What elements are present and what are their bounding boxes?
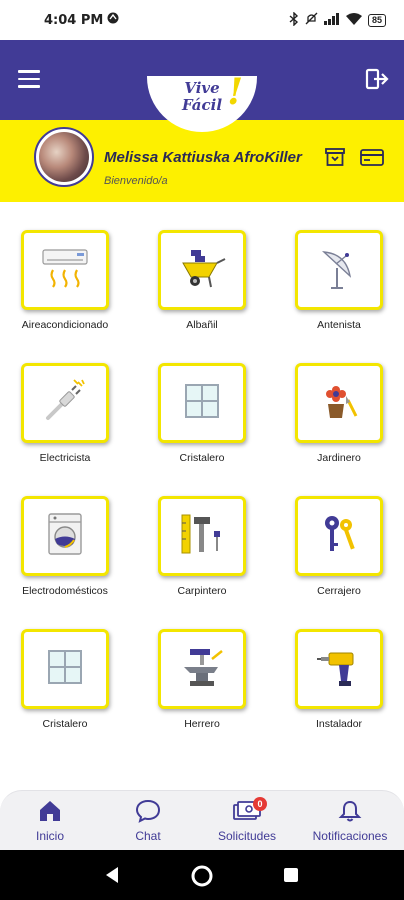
flower-pot-icon	[316, 378, 362, 429]
service-card[interactable]	[295, 496, 383, 576]
service-tile[interactable]: Instalador	[274, 601, 404, 731]
nav-label: Solicitudes	[217, 829, 277, 843]
window-icon	[182, 381, 222, 426]
status-time: 4:04 PM	[44, 12, 104, 28]
service-label: Electrodomésticos	[22, 585, 108, 597]
service-label: Instalador	[315, 718, 363, 730]
bottom-navigation: Inicio Chat 0 Solicitudes Notificaciones	[0, 790, 404, 850]
service-card[interactable]	[295, 230, 383, 310]
service-tile[interactable]: Cristalero	[0, 601, 130, 731]
service-card[interactable]	[158, 230, 246, 310]
bell-icon	[300, 799, 400, 823]
home-button-icon[interactable]	[191, 865, 213, 892]
wifi-icon	[345, 12, 362, 28]
service-tile[interactable]: Antenista	[274, 202, 404, 332]
nav-item-notificaciones[interactable]: Notificaciones	[300, 799, 400, 843]
service-label: Herrero	[184, 718, 220, 730]
service-tile[interactable]: Jardinero	[274, 335, 404, 465]
avatar[interactable]	[34, 127, 94, 187]
service-label: Electricista	[39, 452, 91, 464]
service-card[interactable]	[158, 363, 246, 443]
signal-icon	[323, 12, 340, 28]
service-label: Cerrajero	[317, 585, 361, 597]
welcome-text: Bienvenido/a	[104, 175, 168, 187]
nav-item-inicio[interactable]: Inicio	[0, 799, 100, 843]
keys-icon	[316, 511, 362, 562]
service-tile[interactable]: Electrodomésticos	[0, 468, 130, 598]
service-card[interactable]	[295, 363, 383, 443]
service-tile[interactable]: Cristalero	[137, 335, 267, 465]
service-card[interactable]	[21, 230, 109, 310]
recents-icon[interactable]	[283, 867, 299, 888]
home-icon	[0, 799, 100, 823]
notification-icon	[107, 12, 119, 28]
archive-icon[interactable]	[323, 145, 347, 169]
logo-mark: !	[227, 71, 243, 113]
service-card[interactable]	[21, 363, 109, 443]
service-card[interactable]	[21, 496, 109, 576]
carpentry-tools-icon	[178, 511, 226, 562]
service-tile[interactable]: Albañil	[137, 202, 267, 332]
logout-icon[interactable]	[364, 66, 390, 92]
nav-label: Notificaciones	[312, 829, 388, 843]
service-label: Aireacondicionado	[21, 319, 109, 331]
service-label: Albañil	[186, 319, 218, 331]
satellite-dish-icon	[316, 244, 362, 297]
service-tile[interactable]: Carpintero	[137, 468, 267, 598]
hamburger-icon[interactable]	[18, 70, 40, 88]
drill-icon	[315, 645, 363, 694]
anvil-icon	[178, 645, 226, 694]
washing-machine-icon	[45, 512, 85, 561]
service-tile[interactable]: Electricista	[0, 335, 130, 465]
air-conditioner-icon	[39, 244, 91, 297]
nav-item-solicitudes[interactable]: 0 Solicitudes	[197, 797, 297, 843]
nav-label: Inicio	[35, 829, 64, 843]
user-name: Melissa Kattiuska AfroKiller	[104, 149, 302, 166]
services-grid: Aireacondicionado Albañil Antenista Elec…	[0, 202, 404, 790]
service-card[interactable]	[21, 629, 109, 709]
service-card[interactable]	[158, 629, 246, 709]
card-icon[interactable]	[359, 145, 384, 169]
bluetooth-icon	[289, 10, 299, 29]
service-tile[interactable]: Cerrajero	[274, 468, 404, 598]
nav-item-chat[interactable]: Chat	[98, 799, 198, 843]
status-bar: 4:04 PM 85	[0, 0, 404, 40]
status-badge: 0	[253, 797, 267, 811]
service-label: Cristalero	[179, 452, 225, 464]
service-label: Cristalero	[42, 718, 88, 730]
service-card[interactable]	[295, 629, 383, 709]
window-icon	[45, 647, 85, 692]
cable-plug-icon	[42, 378, 88, 429]
service-tile[interactable]: Aireacondicionado	[0, 202, 130, 332]
service-label: Antenista	[317, 319, 361, 331]
service-card[interactable]	[158, 496, 246, 576]
nav-label: Chat	[135, 829, 161, 843]
service-label: Carpintero	[177, 585, 227, 597]
back-icon[interactable]	[104, 866, 120, 889]
wheelbarrow-icon	[177, 245, 227, 296]
money-icon	[197, 799, 297, 823]
system-navigation-bar	[0, 850, 404, 900]
battery-icon: 85	[367, 13, 386, 27]
chat-bubble-icon	[98, 799, 198, 823]
muted-icon	[305, 12, 318, 28]
service-tile[interactable]: Herrero	[137, 601, 267, 731]
service-label: Jardinero	[317, 452, 361, 464]
